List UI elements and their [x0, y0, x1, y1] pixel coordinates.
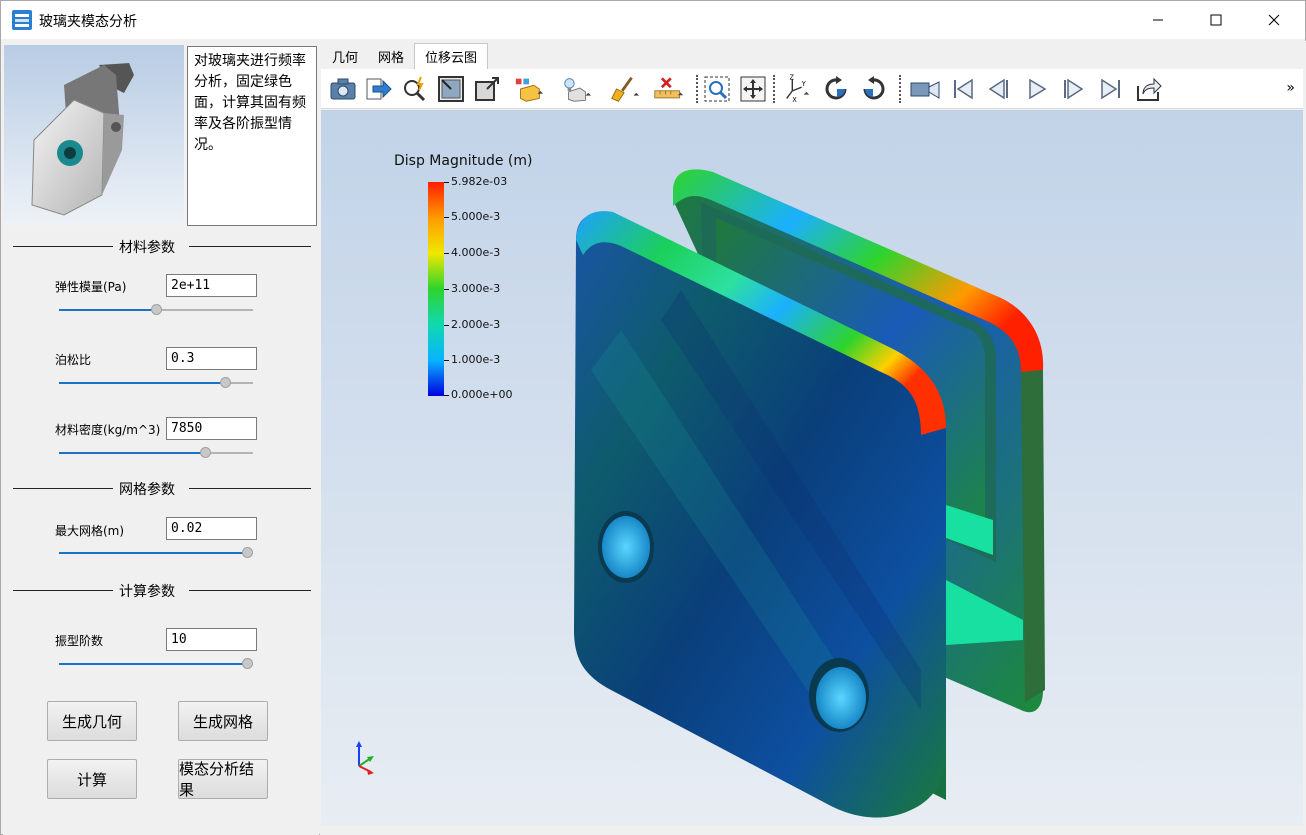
view-toolbar: ZYX »: [321, 69, 1303, 109]
close-button[interactable]: [1245, 1, 1303, 39]
colorbar-label-min: 0.000e+00: [451, 388, 513, 401]
max-mesh-input[interactable]: [166, 517, 257, 540]
zoom-magic-icon[interactable]: [399, 73, 431, 105]
colorbar-label-max: 5.982e-03: [451, 175, 508, 188]
density-label: 材料密度(kg/m^3): [55, 423, 161, 437]
rotate-cw-icon[interactable]: [821, 73, 853, 105]
colorbar-tick: [444, 182, 449, 183]
tab-mesh[interactable]: 网格: [368, 43, 414, 69]
slider-thumb[interactable]: [242, 547, 253, 558]
3d-viewport[interactable]: Disp Magnitude (m) 5.982e-03 5.000e-3 4.…: [321, 110, 1303, 826]
colorbar-tick: [444, 325, 449, 326]
colorbar-tick: [444, 217, 449, 218]
colorbar-tick: [444, 253, 449, 254]
window-title: 玻璃夹模态分析: [39, 14, 137, 30]
max-mesh-label: 最大网格(m): [55, 524, 125, 538]
density-slider[interactable]: [59, 447, 253, 459]
svg-text:Y: Y: [801, 80, 807, 88]
colorbar-label: 2.000e-3: [451, 318, 501, 331]
colorbar-label: 3.000e-3: [451, 282, 501, 295]
svg-text:Z: Z: [789, 74, 794, 82]
generate-geometry-button[interactable]: 生成几何: [47, 701, 137, 741]
maximize-icon: [1210, 14, 1222, 26]
slider-thumb[interactable]: [220, 377, 232, 388]
app-window: 玻璃夹模态分析 对玻璃夹进行频率分析，固定绿色面，计算其固有频率及各阶振型情况。…: [0, 0, 1306, 835]
poisson-ratio-label: 泊松比: [55, 353, 92, 367]
prev-frame-icon[interactable]: [983, 73, 1015, 105]
fit-view-icon[interactable]: [435, 73, 467, 105]
description-text: 对玻璃夹进行频率分析，固定绿色面，计算其固有频率及各阶振型情况。: [187, 46, 317, 226]
mesh-section-header: 网格参数: [13, 480, 313, 498]
tab-geometry[interactable]: 几何: [322, 43, 368, 69]
colorbar-title: Disp Magnitude (m): [394, 153, 533, 169]
colorbar-label: 5.000e-3: [451, 210, 501, 223]
elastic-modulus-input[interactable]: [166, 274, 257, 297]
render-mode-icon[interactable]: [561, 73, 593, 105]
modal-result-button[interactable]: 模态分析结果: [178, 759, 268, 799]
first-frame-icon[interactable]: [947, 73, 979, 105]
app-logo-icon: [12, 10, 32, 30]
next-frame-icon[interactable]: [1057, 73, 1089, 105]
share-icon[interactable]: [1133, 73, 1165, 105]
tab-displacement[interactable]: 位移云图: [414, 43, 489, 69]
ruler-clear-icon[interactable]: [653, 73, 685, 105]
slider-thumb[interactable]: [199, 447, 211, 458]
video-camera-icon[interactable]: [909, 73, 941, 105]
play-icon[interactable]: [1021, 73, 1053, 105]
compute-section-title: 计算参数: [119, 584, 175, 600]
close-icon: [1268, 14, 1280, 26]
colorbar: [428, 182, 444, 396]
orientation-axes-icon: [356, 741, 374, 775]
camera-icon[interactable]: [327, 73, 359, 105]
material-section-header: 材料参数: [13, 238, 313, 256]
mode-count-label: 振型阶数: [55, 634, 104, 648]
elastic-modulus-label: 弹性模量(Pa): [55, 280, 127, 294]
colorbar-label: 1.000e-3: [451, 353, 501, 366]
brush-icon[interactable]: [609, 73, 641, 105]
max-mesh-slider[interactable]: [59, 547, 253, 559]
compute-button[interactable]: 计算: [47, 759, 137, 799]
minimize-button[interactable]: [1129, 1, 1187, 39]
colorbar-label: 4.000e-3: [451, 246, 501, 259]
material-section-title: 材料参数: [119, 240, 175, 256]
colorbar-tick: [444, 360, 449, 361]
density-input[interactable]: [166, 417, 257, 440]
elastic-modulus-slider[interactable]: [59, 304, 253, 316]
compute-section-header: 计算参数: [13, 582, 313, 600]
view-panel: 几何 网格 位移云图 Z Y X » Disp Magnitude (m) 5.…: [320, 41, 1306, 835]
poisson-ratio-input[interactable]: [166, 347, 257, 370]
maximize-button[interactable]: [1187, 1, 1245, 39]
toolbar-overflow-button[interactable]: »: [1286, 80, 1295, 96]
colorbar-tick: [444, 289, 449, 290]
color-map-icon[interactable]: [513, 73, 545, 105]
generate-mesh-button[interactable]: 生成网格: [178, 701, 268, 741]
export-icon[interactable]: [363, 73, 395, 105]
part-preview-image: [4, 45, 184, 225]
last-frame-icon[interactable]: [1095, 73, 1127, 105]
mode-count-input[interactable]: [166, 628, 257, 651]
mesh-section-title: 网格参数: [119, 482, 175, 498]
pan-icon[interactable]: [737, 73, 769, 105]
slider-thumb[interactable]: [242, 658, 253, 669]
zoom-box-icon[interactable]: [701, 73, 733, 105]
axes-icon[interactable]: ZYX: [781, 73, 813, 105]
expand-icon[interactable]: [471, 73, 503, 105]
colorbar-tick: [444, 395, 449, 396]
parameter-panel: 对玻璃夹进行频率分析，固定绿色面，计算其固有频率及各阶振型情况。 材料参数 弹性…: [3, 41, 319, 835]
svg-text:X: X: [792, 96, 797, 104]
rotate-ccw-icon[interactable]: [857, 73, 889, 105]
poisson-ratio-slider[interactable]: [59, 377, 253, 389]
slider-thumb[interactable]: [150, 304, 162, 315]
title-bar: 玻璃夹模态分析: [1, 1, 1305, 39]
view-tabs: 几何 网格 位移云图: [322, 43, 489, 69]
mode-count-slider[interactable]: [59, 658, 253, 670]
minimize-icon: [1153, 19, 1163, 21]
